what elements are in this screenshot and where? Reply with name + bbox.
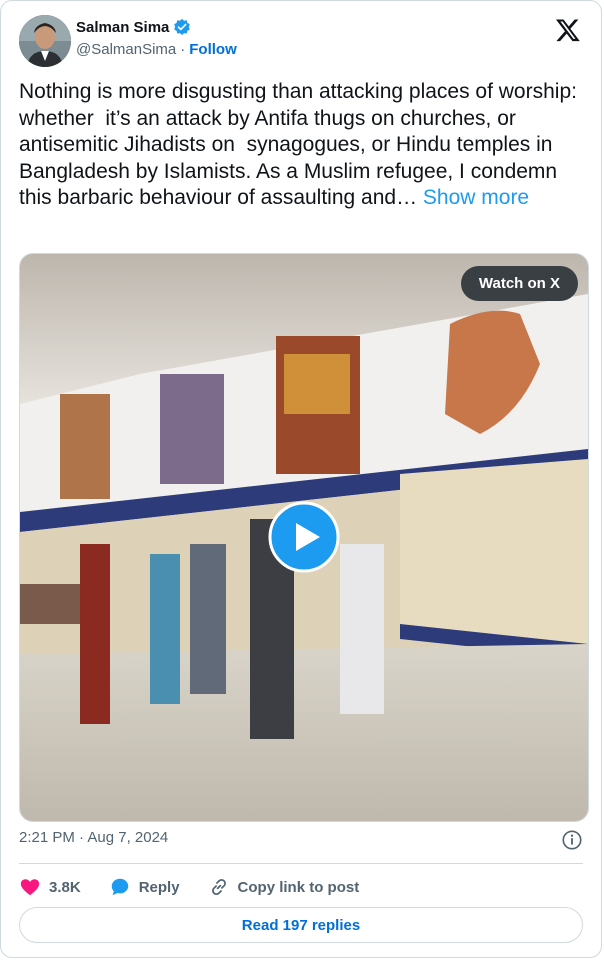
avatar[interactable] <box>19 15 71 67</box>
video-thumbnail[interactable]: Watch on X <box>19 253 589 822</box>
action-bar: 3.8K Reply Copy link to post <box>19 873 583 901</box>
read-replies-button[interactable]: Read 197 replies <box>19 907 583 943</box>
copy-link-label: Copy link to post <box>237 878 360 896</box>
tweet-card: Salman Sima @SalmanSima · Follow Nothing… <box>0 0 602 958</box>
handle-row: @SalmanSima · Follow <box>76 41 237 58</box>
tweet-text: Nothing is more disgusting than attackin… <box>19 79 585 212</box>
separator-dot: · <box>180 41 186 58</box>
copy-link-button[interactable]: Copy link to post <box>208 876 360 898</box>
timestamp-link[interactable]: 2:21 PM · Aug 7, 2024 <box>19 829 168 846</box>
divider <box>19 863 583 864</box>
like-button[interactable]: 3.8K <box>19 876 81 898</box>
author-handle[interactable]: @SalmanSima <box>76 41 176 58</box>
author-name[interactable]: Salman Sima <box>76 19 169 36</box>
x-logo-icon[interactable] <box>555 17 581 43</box>
show-more-link[interactable]: Show more <box>423 186 529 209</box>
info-icon[interactable] <box>561 829 583 851</box>
heart-icon <box>20 879 40 896</box>
play-button-icon[interactable] <box>268 501 340 573</box>
reply-label: Reply <box>138 878 180 896</box>
like-count: 3.8K <box>49 878 81 896</box>
tweet-header: Salman Sima @SalmanSima · Follow <box>19 15 583 67</box>
watch-on-x-button[interactable]: Watch on X <box>460 266 578 301</box>
tweet-meta: 2:21 PM · Aug 7, 2024 <box>19 829 583 851</box>
verified-badge-icon <box>174 18 191 36</box>
reply-bubble-icon <box>111 878 128 896</box>
reply-button[interactable]: Reply <box>109 876 180 898</box>
name-row: Salman Sima <box>76 18 191 36</box>
follow-button[interactable]: Follow <box>189 41 237 58</box>
link-icon <box>211 878 226 896</box>
